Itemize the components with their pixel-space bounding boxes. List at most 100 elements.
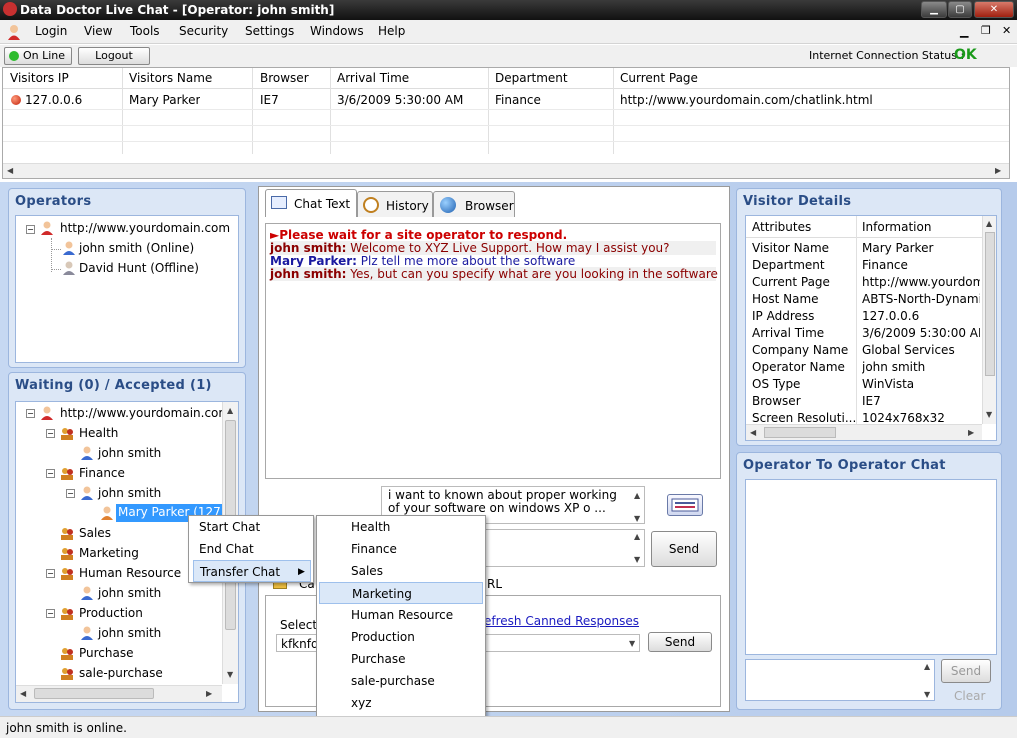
col-visitors-name[interactable]: Visitors Name <box>129 71 212 85</box>
close-button[interactable]: ✕ <box>974 1 1014 18</box>
scroll-thumb[interactable] <box>764 427 836 438</box>
dept-health[interactable]: Health <box>79 426 118 440</box>
col-arrival-time[interactable]: Arrival Time <box>337 71 409 85</box>
scroll-up-icon[interactable]: ▲ <box>634 532 640 541</box>
scroll-right-icon[interactable]: ▶ <box>968 428 974 437</box>
menu-end-chat[interactable]: End Chat <box>193 538 309 560</box>
transfer-item-human-resource[interactable]: Human Resource <box>319 604 483 626</box>
details-value[interactable]: Mary Parker <box>862 241 980 255</box>
minimize-button[interactable]: ▁ <box>921 1 947 18</box>
details-value[interactable]: ABTS-North-Dynami <box>862 292 980 306</box>
details-value[interactable]: WinVista <box>862 377 980 391</box>
tab-history[interactable]: History <box>357 191 433 217</box>
collapse-root-icon[interactable]: − <box>26 409 35 418</box>
tab-chat-text[interactable]: Chat Text <box>265 189 357 217</box>
col-current-page[interactable]: Current Page <box>620 71 698 85</box>
menu-settings[interactable]: Settings <box>245 24 294 38</box>
transfer-item-xyz[interactable]: xyz <box>319 692 483 714</box>
details-value[interactable]: http://www.yourdoma <box>862 275 980 289</box>
details-col-attributes[interactable]: Attributes <box>752 220 811 234</box>
menu-view[interactable]: View <box>84 24 112 38</box>
dept-production[interactable]: Production <box>79 606 143 620</box>
mdi-minimize-icon[interactable]: ▁ <box>960 25 968 38</box>
visitors-hscrollbar[interactable]: ◀ ▶ <box>3 163 1009 178</box>
refresh-canned-link[interactable]: efresh Canned Responses <box>484 614 639 628</box>
details-value[interactable]: Finance <box>862 258 980 272</box>
menu-transfer-chat[interactable]: Transfer Chat ▶ <box>193 560 311 582</box>
dept-sales[interactable]: Sales <box>79 526 111 540</box>
scroll-thumb[interactable] <box>985 232 995 376</box>
transfer-item-marketing[interactable]: Marketing <box>319 582 483 604</box>
chevron-down-icon[interactable]: ▼ <box>629 639 635 648</box>
finance-operator[interactable]: john smith <box>98 486 161 500</box>
scroll-up-icon[interactable]: ▲ <box>634 489 640 502</box>
transfer-item-health[interactable]: Health <box>319 516 483 538</box>
scroll-left-icon[interactable]: ◀ <box>20 689 26 698</box>
visitor-browser[interactable]: IE7 <box>260 93 279 107</box>
menu-windows[interactable]: Windows <box>310 24 364 38</box>
mdi-restore-icon[interactable]: ❐ <box>981 24 991 37</box>
online-button[interactable]: On Line <box>4 47 72 65</box>
reply-input[interactable]: ▲ ▼ <box>485 529 645 567</box>
collapse-hr-icon[interactable]: − <box>46 569 55 578</box>
canned-tab-2[interactable]: RL <box>487 577 502 591</box>
waiting-hscrollbar[interactable]: ◀ ▶ <box>16 685 222 702</box>
scroll-left-icon[interactable]: ◀ <box>7 166 13 175</box>
menu-help[interactable]: Help <box>378 24 405 38</box>
details-value[interactable]: 3/6/2009 5:30:00 AM <box>862 326 980 340</box>
col-browser[interactable]: Browser <box>260 71 309 85</box>
op-chat-clear-button[interactable]: Clear <box>954 689 985 703</box>
health-operator[interactable]: john smith <box>98 446 161 460</box>
waiting-root[interactable]: http://www.yourdomain.com <box>60 406 230 420</box>
scroll-down-icon[interactable]: ▼ <box>634 555 640 564</box>
logout-button[interactable]: Logout <box>78 47 150 65</box>
visitor-arrival[interactable]: 3/6/2009 5:30:00 AM <box>337 93 463 107</box>
details-col-information[interactable]: Information <box>862 220 931 234</box>
collapse-finance-icon[interactable]: − <box>46 469 55 478</box>
dept-finance[interactable]: Finance <box>79 466 125 480</box>
operator-item-david[interactable]: David Hunt (Offline) <box>79 261 199 275</box>
scroll-down-icon[interactable]: ▼ <box>227 670 233 679</box>
visitor-department[interactable]: Finance <box>495 93 541 107</box>
dept-sale-purchase[interactable]: sale-purchase <box>79 666 163 680</box>
maximize-button[interactable]: ▢ <box>948 1 972 18</box>
menu-start-chat[interactable]: Start Chat <box>193 516 309 538</box>
hr-operator[interactable]: john smith <box>98 586 161 600</box>
scroll-left-icon[interactable]: ◀ <box>750 428 756 437</box>
transfer-item-production[interactable]: Production <box>319 626 483 648</box>
production-operator[interactable]: john smith <box>98 626 161 640</box>
scroll-right-icon[interactable]: ▶ <box>995 166 1001 175</box>
scroll-thumb[interactable] <box>34 688 154 699</box>
keyboard-icon[interactable] <box>667 494 703 516</box>
details-vscrollbar[interactable]: ▲ ▼ <box>982 216 996 424</box>
visitor-name[interactable]: Mary Parker <box>129 93 200 107</box>
scroll-down-icon[interactable]: ▼ <box>634 512 640 523</box>
canned-send-button[interactable]: Send <box>648 632 712 652</box>
transfer-item-finance[interactable]: Finance <box>319 538 483 560</box>
op-chat-send-button[interactable]: Send <box>941 659 991 683</box>
dept-marketing[interactable]: Marketing <box>79 546 139 560</box>
collapse-production-icon[interactable]: − <box>46 609 55 618</box>
chat-send-button[interactable]: Send <box>651 531 717 567</box>
op-chat-input[interactable]: ▲ ▼ <box>745 659 935 701</box>
dept-hr[interactable]: Human Resource <box>79 566 181 580</box>
scroll-down-icon[interactable]: ▼ <box>986 410 992 419</box>
mdi-close-icon[interactable]: ✕ <box>1002 24 1011 37</box>
dept-purchase[interactable]: Purchase <box>79 646 134 660</box>
operators-root[interactable]: http://www.yourdomain.com <box>60 221 230 235</box>
col-visitors-ip[interactable]: Visitors IP <box>10 71 69 85</box>
collapse-finance-op-icon[interactable]: − <box>66 489 75 498</box>
menu-security[interactable]: Security <box>179 24 228 38</box>
scroll-up-icon[interactable]: ▲ <box>924 662 930 671</box>
transfer-item-sale-purchase[interactable]: sale-purchase <box>319 670 483 692</box>
scroll-up-icon[interactable]: ▲ <box>986 219 992 228</box>
details-value[interactable]: john smith <box>862 360 980 374</box>
visitor-current-page[interactable]: http://www.yourdomain.com/chatlink.html <box>620 93 873 107</box>
menu-login[interactable]: Login <box>35 24 67 38</box>
scroll-down-icon[interactable]: ▼ <box>924 690 930 699</box>
scroll-up-icon[interactable]: ▲ <box>227 406 233 415</box>
menu-tools[interactable]: Tools <box>130 24 160 38</box>
collapse-icon[interactable]: − <box>26 225 35 234</box>
tab-browser[interactable]: Browser <box>433 191 515 217</box>
col-department[interactable]: Department <box>495 71 568 85</box>
